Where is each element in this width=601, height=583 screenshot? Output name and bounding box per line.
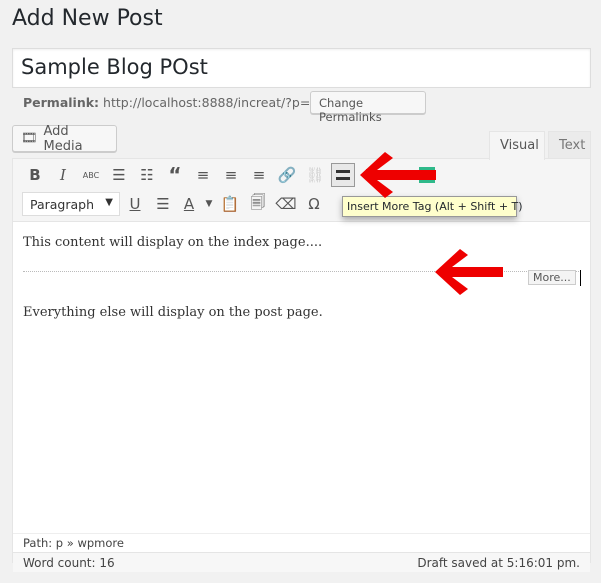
post-title-input[interactable]: Sample Blog POst: [12, 48, 591, 88]
red-arrow-icon: [435, 249, 503, 295]
content-line[interactable]: Everything else will display on the post…: [23, 305, 323, 320]
red-arrow-icon: [360, 152, 436, 198]
unlink-icon[interactable]: ⛓: [303, 163, 327, 187]
bold-icon[interactable]: B: [23, 163, 47, 187]
italic-icon[interactable]: I: [51, 163, 75, 187]
special-character-icon[interactable]: Ω: [302, 192, 326, 216]
content-line[interactable]: This content will display on the index p…: [23, 235, 322, 250]
format-select[interactable]: Paragraph ▼: [22, 192, 120, 216]
more-tag-label[interactable]: More...: [528, 270, 576, 285]
add-media-button[interactable]: 🎞 Add Media: [12, 123, 117, 154]
link-icon[interactable]: 🔗: [275, 163, 299, 187]
status-bar: Word count: 16 Draft saved at 5:16:01 pm.: [13, 552, 590, 572]
word-count: Word count: 16: [23, 556, 115, 570]
insert-more-icon[interactable]: [331, 163, 355, 187]
underline-icon[interactable]: U: [123, 192, 147, 216]
format-select-value: Paragraph: [30, 197, 95, 212]
text-caret: [580, 270, 581, 286]
chevron-down-icon: ▼: [105, 197, 113, 208]
numbered-list-icon[interactable]: ☷: [135, 163, 159, 187]
permalink-url[interactable]: http://localhost:8888/increat/?p=29: [103, 95, 326, 110]
permalink: Permalink: http://localhost:8888/increat…: [23, 95, 326, 110]
element-path: Path: p » wpmore: [13, 533, 590, 552]
justify-icon[interactable]: ☰: [151, 192, 175, 216]
blockquote-icon[interactable]: “: [163, 163, 187, 187]
tab-visual[interactable]: Visual: [489, 131, 545, 160]
page-title: Add New Post: [12, 6, 163, 31]
align-right-icon[interactable]: ≡: [247, 163, 271, 187]
tab-text[interactable]: Text: [548, 131, 591, 159]
paste-text-icon[interactable]: 📋: [218, 192, 242, 216]
align-left-icon[interactable]: ≡: [191, 163, 215, 187]
draft-saved: Draft saved at 5:16:01 pm.: [417, 556, 580, 570]
eraser-icon[interactable]: ⌫: [274, 192, 298, 216]
media-icon: 🎞: [21, 131, 38, 146]
strikethrough-icon[interactable]: ABC: [79, 163, 103, 187]
change-permalinks-button[interactable]: Change Permalinks: [310, 91, 426, 124]
align-center-icon[interactable]: ≡: [219, 163, 243, 187]
bullet-list-icon[interactable]: ☰: [107, 163, 131, 187]
permalink-label: Permalink:: [23, 95, 100, 110]
add-media-label: Add Media: [43, 123, 83, 154]
paste-word-icon[interactable]: 🗐: [246, 192, 270, 216]
